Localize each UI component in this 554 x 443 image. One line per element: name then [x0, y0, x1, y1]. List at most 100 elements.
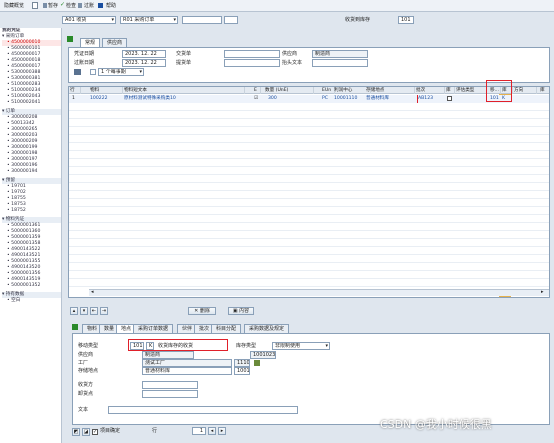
menu-hold[interactable]: 暂存	[48, 2, 58, 10]
menu-help[interactable]: 帮助	[106, 2, 116, 10]
line-label: 行	[152, 428, 158, 434]
doc-date-label: 凭证日期	[74, 51, 95, 57]
action-select[interactable]: A01 收货 ▾	[62, 16, 116, 24]
reference-input-2[interactable]	[224, 16, 238, 24]
item-ok-label: 项目确定	[100, 428, 121, 434]
tab-po-data[interactable]: 采购订单数据	[133, 324, 174, 333]
sloc-field[interactable]: 普通材料库	[142, 367, 232, 375]
delete-button[interactable]: ✕ 删除	[188, 307, 216, 315]
line-next-icon[interactable]: ▸	[218, 427, 226, 435]
col-desc[interactable]: 物料短文本	[123, 87, 245, 94]
collapse-all-icon[interactable]: ◪	[82, 428, 90, 436]
col-material[interactable]: 物料	[89, 87, 123, 94]
tree-item-reservation[interactable]: • 18752	[2, 208, 61, 214]
cell-sloc[interactable]: 普通材料库	[365, 95, 389, 102]
header-text-input[interactable]	[312, 59, 368, 67]
table-header: 行 物料 物料短文本 E 数量 (UnE) EUn 利润中心 存储地点 批次 库…	[69, 87, 549, 94]
tree-item-held[interactable]: • 空白	[2, 298, 61, 304]
tab-purchasing[interactable]: 采购数据及规定	[244, 324, 290, 333]
table-grid	[69, 103, 549, 291]
table-row[interactable]: 1 100222 原材料测试特殊采购类10 ☑ 300 PC 10001110 …	[69, 95, 549, 103]
batch-red-marker	[417, 95, 418, 103]
line-prev-icon[interactable]: ◂	[208, 427, 216, 435]
scroll-left-icon[interactable]: ◂	[91, 288, 94, 296]
post-date-label: 过账日期	[74, 60, 95, 66]
content-button[interactable]: ▣ 内容	[228, 307, 254, 315]
col-line[interactable]: 行	[69, 87, 81, 94]
tab-general[interactable]: 常规	[80, 38, 101, 47]
expand-all-icon[interactable]: ◩	[72, 428, 80, 436]
recipient-input[interactable]	[142, 381, 198, 389]
print-icon[interactable]	[74, 69, 81, 75]
detail-vendor-label: 供应商	[78, 352, 94, 358]
tree-item-po[interactable]: • 5100002041	[2, 100, 61, 106]
tab-vendor[interactable]: 供应商	[102, 38, 128, 47]
table-hscroll[interactable]	[89, 289, 549, 296]
delivery-note-input[interactable]	[224, 50, 280, 58]
unload-label: 卸货点	[78, 391, 94, 397]
tree-item-order[interactable]: • 300000194	[2, 169, 61, 175]
row-up-icon[interactable]: ▴	[70, 307, 78, 315]
stock-type-label: 库存类型	[236, 343, 257, 349]
row-first-icon[interactable]: ⇤	[90, 307, 98, 315]
menu-post[interactable]: 过账	[84, 2, 94, 10]
help-icon	[98, 3, 103, 8]
cell-ok-checkbox[interactable]: ☑	[253, 95, 258, 102]
highlight-mvt-type-box	[128, 339, 228, 351]
detail-vendor-code: 1001023	[250, 351, 276, 359]
plant-search-icon[interactable]	[254, 360, 260, 366]
col-batch[interactable]: 批次	[415, 87, 445, 94]
cell-eun[interactable]: PC	[321, 95, 328, 102]
unload-input[interactable]	[142, 390, 198, 398]
col-qty[interactable]: 数量 (UnE)	[264, 87, 314, 94]
col-sloc[interactable]: 存储地点	[365, 87, 415, 94]
detail-vendor-field: 制造商	[142, 351, 194, 359]
line-input[interactable]: 1	[192, 427, 206, 435]
cell-batch[interactable]: AB123	[417, 95, 433, 102]
document-tree: 我的凭证 ▾ 采购订单 • 4500000010 • 5600000101 • …	[0, 28, 62, 443]
text-input[interactable]	[108, 406, 298, 414]
plant-label: 工厂	[78, 360, 89, 366]
scroll-right-icon[interactable]: ▸	[541, 288, 544, 296]
watermark: CSDN @我小时候很黑	[380, 418, 492, 431]
table-toolbar: ▴ ▾ ⇤ ⇥ ✕ 删除 ▣ 内容	[68, 305, 550, 317]
col-direction[interactable]: 方向	[513, 87, 537, 94]
stock-type-select[interactable]: 非限制使用 ▾	[272, 342, 330, 350]
collapse-icon[interactable]	[72, 324, 78, 330]
col-stock[interactable]: 库	[445, 87, 455, 94]
col-ok[interactable]: E	[253, 87, 261, 94]
check-icon: ✓	[60, 1, 66, 8]
col-valuation[interactable]: 评估类型	[455, 87, 487, 94]
row-last-icon[interactable]: ⇥	[100, 307, 108, 315]
cell-desc[interactable]: 原材料测试特殊采购类10	[123, 95, 176, 102]
post-date-input[interactable]: 2023. 12. 22	[122, 59, 166, 67]
expand-icon[interactable]	[67, 36, 73, 42]
tree-item-material-doc[interactable]: • 5000001352	[2, 283, 61, 289]
reference-input[interactable]	[182, 16, 222, 24]
tab-account[interactable]: 科目分配	[211, 324, 242, 333]
row-down-icon[interactable]: ▾	[80, 307, 88, 315]
cell-profit[interactable]: 10001110	[333, 95, 357, 102]
item-ok-checkbox[interactable]: ✓	[92, 429, 98, 435]
slip-checkbox[interactable]	[90, 69, 96, 75]
post-icon	[78, 3, 82, 8]
item-table: 行 物料 物料短文本 E 数量 (UnE) EUn 利润中心 存储地点 批次 库…	[68, 86, 550, 298]
save-icon	[43, 3, 47, 8]
movement-code-input[interactable]: 101	[398, 16, 414, 24]
recipient-label: 收货方	[78, 382, 94, 388]
col-extra[interactable]: 库	[539, 87, 549, 94]
doc-icon[interactable]	[32, 2, 38, 9]
cell-qty[interactable]: 300	[267, 95, 277, 102]
menu-check[interactable]: 检查	[66, 2, 76, 10]
batch-help-icon[interactable]	[447, 96, 452, 101]
vendor-label: 供应商	[282, 51, 298, 57]
vendor-field: 制造商	[312, 50, 368, 58]
doc-date-input[interactable]: 2023. 12. 22	[122, 50, 166, 58]
reference-select[interactable]: R01 采购订单 ▾	[120, 16, 178, 24]
mvt-type-label: 移动类型	[78, 343, 99, 349]
cell-material[interactable]: 100222	[89, 95, 108, 102]
sloc-code[interactable]: 1001	[234, 367, 250, 375]
slip-option-select[interactable]: 1 个每事期 ▾	[98, 68, 144, 76]
bill-of-lading-input[interactable]	[224, 59, 280, 67]
menu-hide-overview[interactable]: 隐藏概览	[4, 2, 24, 10]
